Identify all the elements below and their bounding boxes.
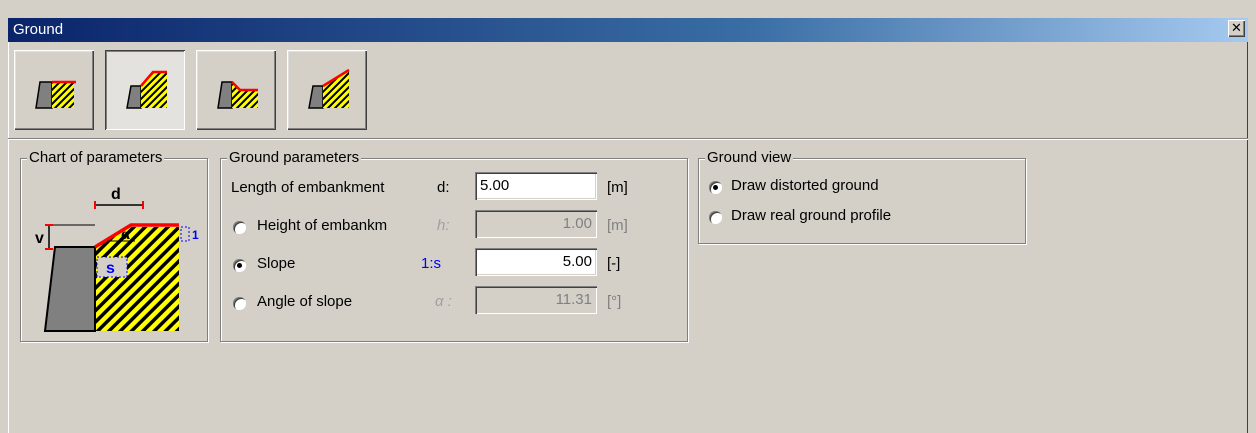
title-bar: Ground ✕ [8,18,1248,42]
ground-parameters-title: Ground parameters [227,149,362,166]
alpha-label: α [121,226,130,243]
ground-depression-button[interactable] [196,50,276,130]
v-label: v [35,230,44,247]
window-title: Ground [13,21,64,38]
slope-radio[interactable] [233,259,246,272]
chart-group-title: Chart of parameters [27,149,165,166]
slope-symbol: 1:s [421,255,442,272]
angle-radio[interactable] [233,297,246,310]
one-label: 1 [192,228,199,242]
ground-view-group: Ground view Draw distorted ground Draw r… [698,149,1026,244]
length-unit: [m] [607,179,628,196]
length-label: Length of embankment [231,179,385,196]
height-input[interactable]: 1.00 [475,210,597,238]
embankment-parameter-diagram: d v α 1 s [35,186,199,332]
ground-sloped-button[interactable] [287,50,367,130]
real-ground-label: Draw real ground profile [731,207,892,224]
chart-of-parameters-group: Chart of parameters d v α 1 s [20,149,208,342]
slope-unit: [-] [607,255,621,272]
sloped-ground-icon [308,68,350,109]
length-symbol: d: [437,179,450,196]
close-icon[interactable]: ✕ [1228,20,1245,37]
toolbar-separator [8,138,1248,140]
ground-view-title: Ground view [705,149,794,166]
slope-label: Slope [257,255,296,272]
ground-flat-button[interactable] [14,50,94,130]
ground-dialog: Ground ✕ Chart of parameters d v α 1 s G… [8,18,1248,433]
slope-input[interactable]: 5.00 [475,248,597,276]
depression-icon [217,81,258,109]
ground-parameters-group: Ground parameters Length of embankment d… [220,149,688,342]
length-input[interactable]: 5.00 [475,172,597,200]
height-unit: [m] [607,217,628,234]
angle-symbol: α : [435,293,452,310]
s-label: s [106,260,115,277]
angle-input[interactable]: 11.31 [475,286,597,314]
real-ground-radio[interactable] [709,211,722,224]
embankment-icon [126,70,167,109]
angle-unit: [°] [607,293,622,310]
height-symbol: h: [437,217,450,234]
d-label: d [111,186,121,203]
distorted-ground-label: Draw distorted ground [731,177,879,194]
angle-label: Angle of slope [257,293,353,310]
ground-embankment-button[interactable] [105,50,185,130]
height-label: Height of embankm [257,217,388,234]
distorted-ground-radio[interactable] [709,181,722,194]
flat-ground-icon [35,80,76,109]
height-radio[interactable] [233,221,246,234]
